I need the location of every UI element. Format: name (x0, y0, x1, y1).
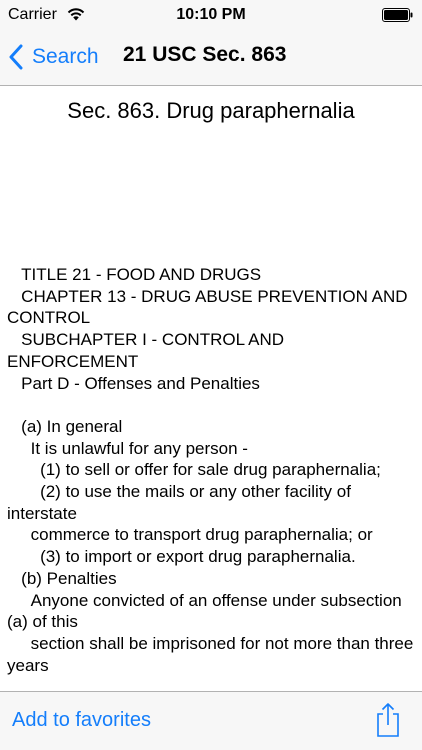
bottom-toolbar: Add to favorites (0, 691, 422, 750)
add-to-favorites-button[interactable]: Add to favorites (12, 709, 151, 732)
top-bars: Carrier 10:10 PM Search 21 USC Sec. 863 (0, 0, 422, 86)
back-button-label: Search (32, 45, 99, 68)
share-icon[interactable] (374, 702, 402, 738)
status-time: 10:10 PM (176, 6, 246, 23)
document-view[interactable]: Sec. 863. Drug paraphernalia TITLE 21 - … (0, 86, 422, 691)
page-title: 21 USC Sec. 863 (123, 43, 287, 66)
chevron-left-icon (9, 44, 23, 70)
section-text: TITLE 21 - FOOD AND DRUGS CHAPTER 13 - D… (7, 265, 414, 675)
section-heading: Sec. 863. Drug paraphernalia (67, 98, 355, 123)
status-bar: Carrier 10:10 PM (0, 0, 422, 30)
back-button[interactable]: Search (8, 40, 99, 74)
battery-icon (382, 8, 413, 22)
navigation-bar: Search 21 USC Sec. 863 (0, 30, 422, 86)
